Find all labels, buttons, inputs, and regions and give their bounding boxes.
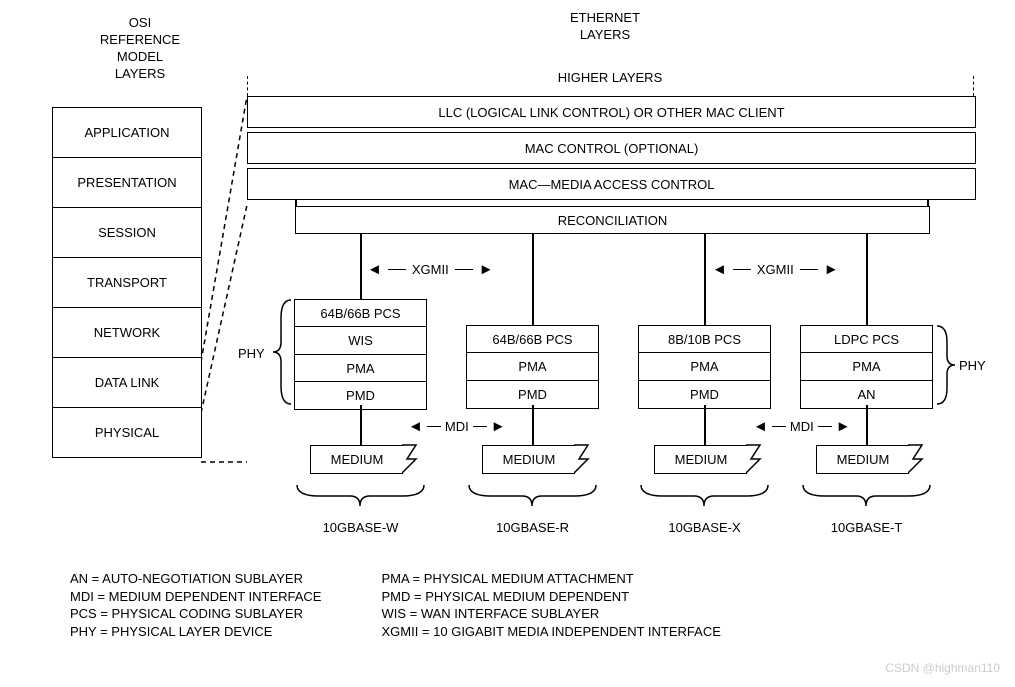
osi-title: OSI REFERENCE MODEL LAYERS — [70, 15, 210, 83]
col-10gbase-t: LDPC PCS PMA AN — [800, 326, 933, 409]
osi-data-link: DATA LINK — [53, 358, 201, 408]
legend: AN = AUTO-NEGOTIATION SUBLAYER MDI = MED… — [70, 570, 721, 640]
arrow-left-icon: ◄ — [753, 418, 768, 435]
under-brace-w — [294, 482, 427, 510]
higher-layers-label: HIGHER LAYERS — [460, 70, 760, 85]
legend-mdi: MDI = MEDIUM DEPENDENT INTERFACE — [70, 588, 321, 606]
mdi-2: ◄ MDI ► — [753, 418, 851, 435]
mdi-label-2: MDI — [790, 419, 814, 434]
col-10gbase-r: 64B/66B PCS PMA PMD — [466, 326, 599, 409]
conn-x — [704, 233, 706, 326]
phy-brace-left — [271, 298, 293, 406]
legend-pcs: PCS = PHYSICAL CODING SUBLAYER — [70, 605, 321, 623]
w-pma: PMA — [294, 354, 427, 383]
watermark: CSDN @highman110 — [885, 661, 1000, 675]
medium-x: MEDIUM — [654, 445, 747, 474]
phy-label-right: PHY — [959, 358, 986, 373]
eth-llc: LLC (LOGICAL LINK CONTROL) OR OTHER MAC … — [247, 96, 976, 128]
x-pcs: 8B/10B PCS — [638, 325, 771, 354]
recon-joiner-left — [295, 199, 297, 207]
legend-left: AN = AUTO-NEGOTIATION SUBLAYER MDI = MED… — [70, 570, 321, 640]
osi-network: NETWORK — [53, 308, 201, 358]
xgmii-left: ◄ XGMII ► — [367, 261, 494, 278]
legend-phy: PHY = PHYSICAL LAYER DEVICE — [70, 623, 321, 641]
eth-title-l2: LAYERS — [580, 27, 630, 42]
x-pma: PMA — [638, 352, 771, 381]
under-brace-t — [800, 482, 933, 510]
mdi-label-1: MDI — [445, 419, 469, 434]
osi-application: APPLICATION — [53, 108, 201, 158]
arrow-right-icon: ► — [491, 418, 506, 435]
arrow-left-icon: ◄ — [367, 261, 382, 278]
col-10gbase-x: 8B/10B PCS PMA PMD — [638, 326, 771, 409]
label-10gbase-w: 10GBASE-W — [294, 520, 427, 535]
eth-reconciliation: RECONCILIATION — [295, 206, 930, 234]
conn-r-med — [532, 405, 534, 445]
conn-t — [866, 233, 868, 326]
osi-to-eth-dashed-lines — [201, 90, 253, 470]
legend-pmd: PMD = PHYSICAL MEDIUM DEPENDENT — [381, 588, 720, 606]
dash-top-left — [247, 76, 248, 96]
ethernet-title: ETHERNET LAYERS — [480, 10, 730, 44]
arrow-right-icon: ► — [836, 418, 851, 435]
w-wis: WIS — [294, 326, 427, 355]
dash-top-right — [973, 76, 974, 96]
label-10gbase-t: 10GBASE-T — [800, 520, 933, 535]
conn-w — [360, 233, 362, 300]
mdi-1: ◄ MDI ► — [408, 418, 506, 435]
medium-t: MEDIUM — [816, 445, 909, 474]
zigzag-t — [908, 443, 928, 473]
osi-title-l4: LAYERS — [115, 66, 165, 81]
conn-w-med — [360, 405, 362, 445]
t-pma: PMA — [800, 352, 933, 381]
osi-physical: PHYSICAL — [53, 408, 201, 457]
xgmii-right: ◄ XGMII ► — [712, 261, 839, 278]
arrow-right-icon: ► — [479, 261, 494, 278]
eth-mac: MAC—MEDIA ACCESS CONTROL — [247, 168, 976, 200]
conn-x-med — [704, 405, 706, 445]
medium-w: MEDIUM — [310, 445, 403, 474]
conn-r — [532, 233, 534, 326]
zigzag-x — [746, 443, 766, 473]
xgmii-label-1: XGMII — [412, 262, 449, 277]
phy-label-left: PHY — [238, 346, 265, 361]
diagram-root: OSI REFERENCE MODEL LAYERS ETHERNET LAYE… — [10, 10, 1005, 677]
eth-mac-ctrl: MAC CONTROL (OPTIONAL) — [247, 132, 976, 164]
osi-transport: TRANSPORT — [53, 258, 201, 308]
osi-title-l1: OSI — [129, 15, 151, 30]
under-brace-r — [466, 482, 599, 510]
osi-title-l3: MODEL — [117, 49, 163, 64]
arrow-right-icon: ► — [824, 261, 839, 278]
phy-brace-right — [935, 324, 957, 406]
osi-title-l2: REFERENCE — [100, 32, 180, 47]
osi-presentation: PRESENTATION — [53, 158, 201, 208]
col-10gbase-w: 64B/66B PCS WIS PMA PMD — [294, 300, 427, 410]
legend-pma: PMA = PHYSICAL MEDIUM ATTACHMENT — [381, 570, 720, 588]
zigzag-w — [402, 443, 422, 473]
under-brace-x — [638, 482, 771, 510]
w-pcs: 64B/66B PCS — [294, 299, 427, 328]
r-pma: PMA — [466, 352, 599, 381]
arrow-left-icon: ◄ — [408, 418, 423, 435]
legend-an: AN = AUTO-NEGOTIATION SUBLAYER — [70, 570, 321, 588]
label-10gbase-r: 10GBASE-R — [466, 520, 599, 535]
zigzag-r — [574, 443, 594, 473]
r-pcs: 64B/66B PCS — [466, 325, 599, 354]
t-pcs: LDPC PCS — [800, 325, 933, 354]
osi-session: SESSION — [53, 208, 201, 258]
eth-title-l1: ETHERNET — [570, 10, 640, 25]
label-10gbase-x: 10GBASE-X — [638, 520, 771, 535]
recon-joiner-right — [927, 199, 929, 207]
legend-xgmii: XGMII = 10 GIGABIT MEDIA INDEPENDENT INT… — [381, 623, 720, 641]
legend-right: PMA = PHYSICAL MEDIUM ATTACHMENT PMD = P… — [381, 570, 720, 640]
conn-t-med — [866, 405, 868, 445]
xgmii-label-2: XGMII — [757, 262, 794, 277]
legend-wis: WIS = WAN INTERFACE SUBLAYER — [381, 605, 720, 623]
osi-stack: APPLICATION PRESENTATION SESSION TRANSPO… — [52, 107, 202, 458]
arrow-left-icon: ◄ — [712, 261, 727, 278]
medium-r: MEDIUM — [482, 445, 575, 474]
